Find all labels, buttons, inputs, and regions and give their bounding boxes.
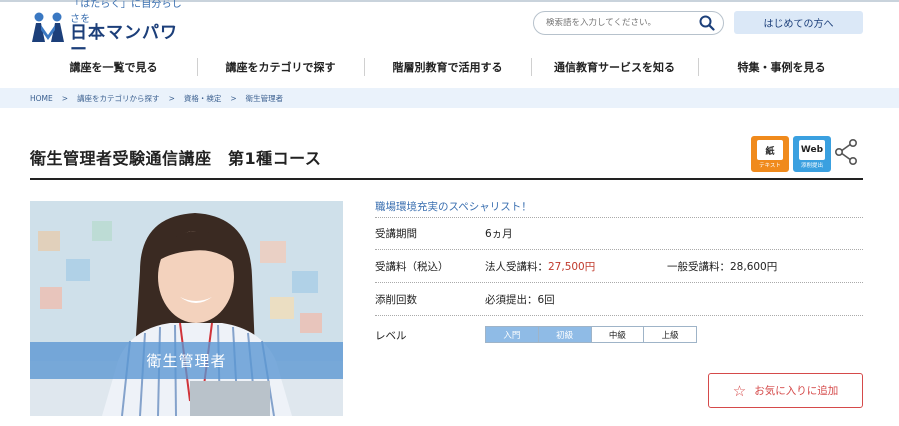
level-intermediate: 中級 (590, 327, 644, 342)
level-intro: 入門 (486, 327, 538, 342)
star-icon: ☆ (732, 381, 747, 400)
share-icon[interactable] (834, 138, 858, 170)
level-label: レベル (375, 330, 407, 342)
nav-item-level-education[interactable]: 階層別教育で活用する (364, 52, 531, 82)
fee-corporate-price: 27,500円 (548, 261, 596, 273)
breadcrumb-separator: > (168, 93, 175, 103)
logo-mark-icon (30, 11, 66, 43)
web-badge-caption: 添削提出 (800, 163, 823, 169)
paper-icon: 紙 (757, 140, 783, 160)
nav-item-category[interactable]: 講座をカテゴリで探す (197, 52, 364, 82)
level-beginner: 初級 (537, 327, 591, 342)
logo[interactable]: 「はたらく」に自分らしさを 日本マンパワー (30, 0, 190, 59)
nav-item-features[interactable]: 特集・事例を見る (698, 52, 865, 82)
level-advanced: 上級 (643, 327, 696, 342)
search-input[interactable] (546, 18, 696, 28)
photo-caption: 衛生管理者 (30, 342, 343, 379)
breadcrumb-qualification[interactable]: 資格・検定 (184, 93, 222, 104)
fee-general: 一般受講料：28,600円 (667, 261, 778, 273)
breadcrumb: HOME > 講座をカテゴリから探す > 資格・検定 > 衛生管理者 (0, 88, 899, 108)
search-icon[interactable] (699, 15, 715, 35)
row-divider (375, 282, 863, 283)
logo-tagline: 「はたらく」に自分らしさを (70, 0, 182, 25)
search-box (533, 11, 724, 35)
breadcrumb-separator: > (230, 93, 237, 103)
row-divider (375, 315, 863, 316)
row-divider (375, 217, 863, 218)
nav-item-course-list[interactable]: 講座を一覧で見る (30, 52, 197, 82)
fee-label: 受講料（税込） (375, 261, 449, 273)
course-lead: 職場環境充実のスペシャリスト！ (375, 201, 532, 213)
main-nav: 講座を一覧で見る 講座をカテゴリで探す 階層別教育で活用する 通信教育サービスを… (30, 52, 865, 82)
fee-corporate: 法人受講料：27,500円 (485, 259, 595, 274)
breadcrumb-separator: > (61, 93, 69, 103)
correction-label: 添削回数 (375, 294, 417, 306)
row-divider (375, 249, 863, 250)
page-title: 衛生管理者受験通信講座 第1種コース (30, 149, 322, 168)
add-favorite-button[interactable]: ☆ お気に入りに追加 (708, 373, 863, 408)
paper-text-badge: 紙 テキスト (751, 136, 789, 172)
period-value: 6ヵ月 (485, 228, 513, 240)
level-scale: 入門 初級 中級 上級 (485, 326, 697, 343)
nav-item-service[interactable]: 通信教育サービスを知る (531, 52, 698, 82)
web-icon: Web (799, 140, 825, 160)
correction-value: 必須提出：6回 (485, 294, 555, 306)
paper-badge-caption: テキスト (759, 163, 781, 169)
period-label: 受講期間 (375, 228, 417, 240)
breadcrumb-current: 衛生管理者 (245, 93, 284, 103)
title-divider (30, 178, 863, 180)
breadcrumb-home[interactable]: HOME (30, 94, 53, 103)
breadcrumb-category[interactable]: 講座をカテゴリから探す (77, 93, 160, 104)
course-photo: 衛生管理者 (30, 201, 343, 416)
fee-corporate-label: 法人受講料： (485, 261, 548, 273)
web-submit-badge: Web 添削提出 (793, 136, 831, 172)
favorite-label: お気に入りに追加 (754, 385, 839, 397)
first-time-button[interactable]: はじめての方へ (734, 11, 863, 34)
